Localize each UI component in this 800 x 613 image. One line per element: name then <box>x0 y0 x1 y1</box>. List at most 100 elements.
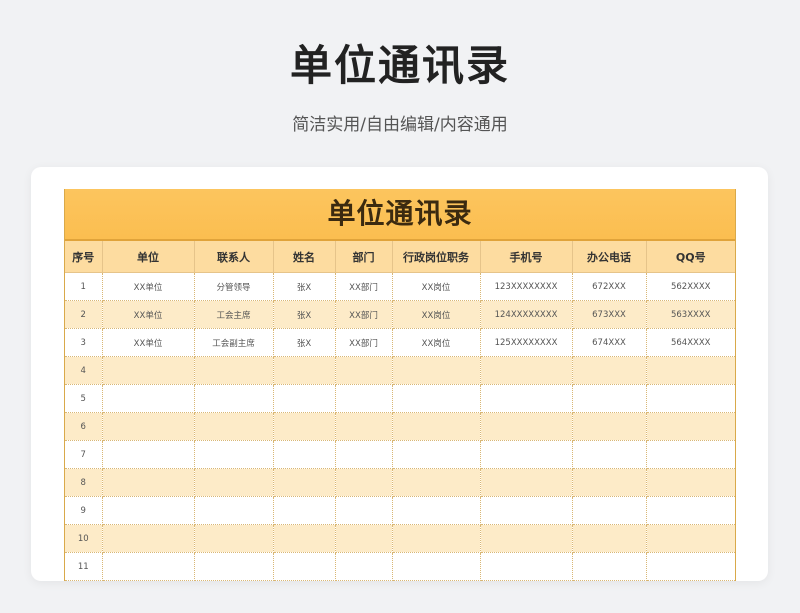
cell-department[interactable]: XX部门 <box>335 272 393 301</box>
cell-department[interactable] <box>335 384 393 413</box>
cell-contact[interactable] <box>194 496 274 525</box>
cell-qq[interactable] <box>646 440 735 469</box>
cell-qq[interactable] <box>646 356 735 385</box>
cell-index[interactable]: 5 <box>65 384 103 413</box>
cell-position[interactable] <box>392 412 481 441</box>
cell-name[interactable] <box>273 412 336 441</box>
cell-mobile[interactable]: 123XXXXXXXX <box>480 272 573 301</box>
cell-unit[interactable] <box>102 412 195 441</box>
cell-position[interactable] <box>392 552 481 581</box>
cell-unit[interactable] <box>102 384 195 413</box>
column-header-name[interactable]: 姓名 <box>273 241 336 273</box>
cell-qq[interactable] <box>646 552 735 581</box>
cell-index[interactable]: 11 <box>65 552 103 581</box>
cell-office-phone[interactable] <box>572 412 647 441</box>
cell-name[interactable] <box>273 356 336 385</box>
cell-qq[interactable] <box>646 468 735 497</box>
cell-mobile[interactable]: 124XXXXXXXX <box>480 300 573 329</box>
cell-position[interactable] <box>392 384 481 413</box>
cell-index[interactable]: 9 <box>65 496 103 525</box>
cell-contact[interactable] <box>194 468 274 497</box>
column-header-office-phone[interactable]: 办公电话 <box>572 241 647 273</box>
cell-unit[interactable] <box>102 552 195 581</box>
cell-qq[interactable] <box>646 384 735 413</box>
cell-index[interactable]: 2 <box>65 300 103 329</box>
cell-department[interactable]: XX部门 <box>335 328 393 357</box>
cell-department[interactable]: XX部门 <box>335 300 393 329</box>
cell-mobile[interactable] <box>480 468 573 497</box>
cell-position[interactable]: XX岗位 <box>392 300 481 329</box>
cell-unit[interactable] <box>102 496 195 525</box>
cell-position[interactable] <box>392 468 481 497</box>
cell-name[interactable] <box>273 440 336 469</box>
cell-mobile[interactable] <box>480 440 573 469</box>
column-header-qq[interactable]: QQ号 <box>646 241 735 273</box>
cell-mobile[interactable]: 125XXXXXXXX <box>480 328 573 357</box>
column-header-mobile[interactable]: 手机号 <box>480 241 573 273</box>
cell-office-phone[interactable]: 674XXX <box>572 328 647 357</box>
column-header-department[interactable]: 部门 <box>335 241 393 273</box>
cell-index[interactable]: 6 <box>65 412 103 441</box>
cell-department[interactable] <box>335 496 393 525</box>
cell-position[interactable] <box>392 524 481 553</box>
cell-contact[interactable]: 分管领导 <box>194 272 274 301</box>
cell-name[interactable]: 张X <box>273 300 336 329</box>
cell-contact[interactable] <box>194 356 274 385</box>
cell-name[interactable] <box>273 552 336 581</box>
cell-office-phone[interactable] <box>572 524 647 553</box>
cell-position[interactable]: XX岗位 <box>392 328 481 357</box>
cell-name[interactable] <box>273 496 336 525</box>
cell-unit[interactable] <box>102 356 195 385</box>
cell-qq[interactable] <box>646 496 735 525</box>
cell-department[interactable] <box>335 440 393 469</box>
cell-mobile[interactable] <box>480 356 573 385</box>
cell-office-phone[interactable] <box>572 468 647 497</box>
column-header-index[interactable]: 序号 <box>65 241 103 273</box>
cell-unit[interactable]: XX单位 <box>102 328 195 357</box>
cell-name[interactable]: 张X <box>273 328 336 357</box>
cell-contact[interactable] <box>194 384 274 413</box>
cell-contact[interactable]: 工会副主席 <box>194 328 274 357</box>
cell-name[interactable] <box>273 524 336 553</box>
cell-position[interactable] <box>392 496 481 525</box>
cell-office-phone[interactable] <box>572 552 647 581</box>
cell-office-phone[interactable] <box>572 384 647 413</box>
cell-position[interactable] <box>392 440 481 469</box>
cell-office-phone[interactable] <box>572 496 647 525</box>
cell-mobile[interactable] <box>480 496 573 525</box>
cell-mobile[interactable] <box>480 412 573 441</box>
cell-position[interactable] <box>392 356 481 385</box>
cell-unit[interactable] <box>102 440 195 469</box>
cell-index[interactable]: 3 <box>65 328 103 357</box>
cell-mobile[interactable] <box>480 524 573 553</box>
cell-qq[interactable]: 562XXXX <box>646 272 735 301</box>
cell-index[interactable]: 7 <box>65 440 103 469</box>
cell-mobile[interactable] <box>480 552 573 581</box>
cell-name[interactable]: 张X <box>273 272 336 301</box>
cell-office-phone[interactable] <box>572 440 647 469</box>
cell-mobile[interactable] <box>480 384 573 413</box>
cell-department[interactable] <box>335 468 393 497</box>
column-header-position[interactable]: 行政岗位职务 <box>392 241 481 273</box>
cell-unit[interactable] <box>102 524 195 553</box>
cell-index[interactable]: 1 <box>65 272 103 301</box>
cell-office-phone[interactable]: 672XXX <box>572 272 647 301</box>
cell-unit[interactable]: XX单位 <box>102 272 195 301</box>
cell-qq[interactable] <box>646 524 735 553</box>
cell-department[interactable] <box>335 552 393 581</box>
cell-office-phone[interactable] <box>572 356 647 385</box>
cell-unit[interactable] <box>102 468 195 497</box>
cell-qq[interactable]: 563XXXX <box>646 300 735 329</box>
cell-qq[interactable] <box>646 412 735 441</box>
cell-index[interactable]: 10 <box>65 524 103 553</box>
cell-department[interactable] <box>335 524 393 553</box>
cell-contact[interactable] <box>194 440 274 469</box>
cell-department[interactable] <box>335 356 393 385</box>
cell-name[interactable] <box>273 468 336 497</box>
column-header-contact[interactable]: 联系人 <box>194 241 274 273</box>
cell-contact[interactable] <box>194 412 274 441</box>
cell-office-phone[interactable]: 673XXX <box>572 300 647 329</box>
cell-contact[interactable] <box>194 552 274 581</box>
cell-contact[interactable]: 工会主席 <box>194 300 274 329</box>
cell-index[interactable]: 8 <box>65 468 103 497</box>
